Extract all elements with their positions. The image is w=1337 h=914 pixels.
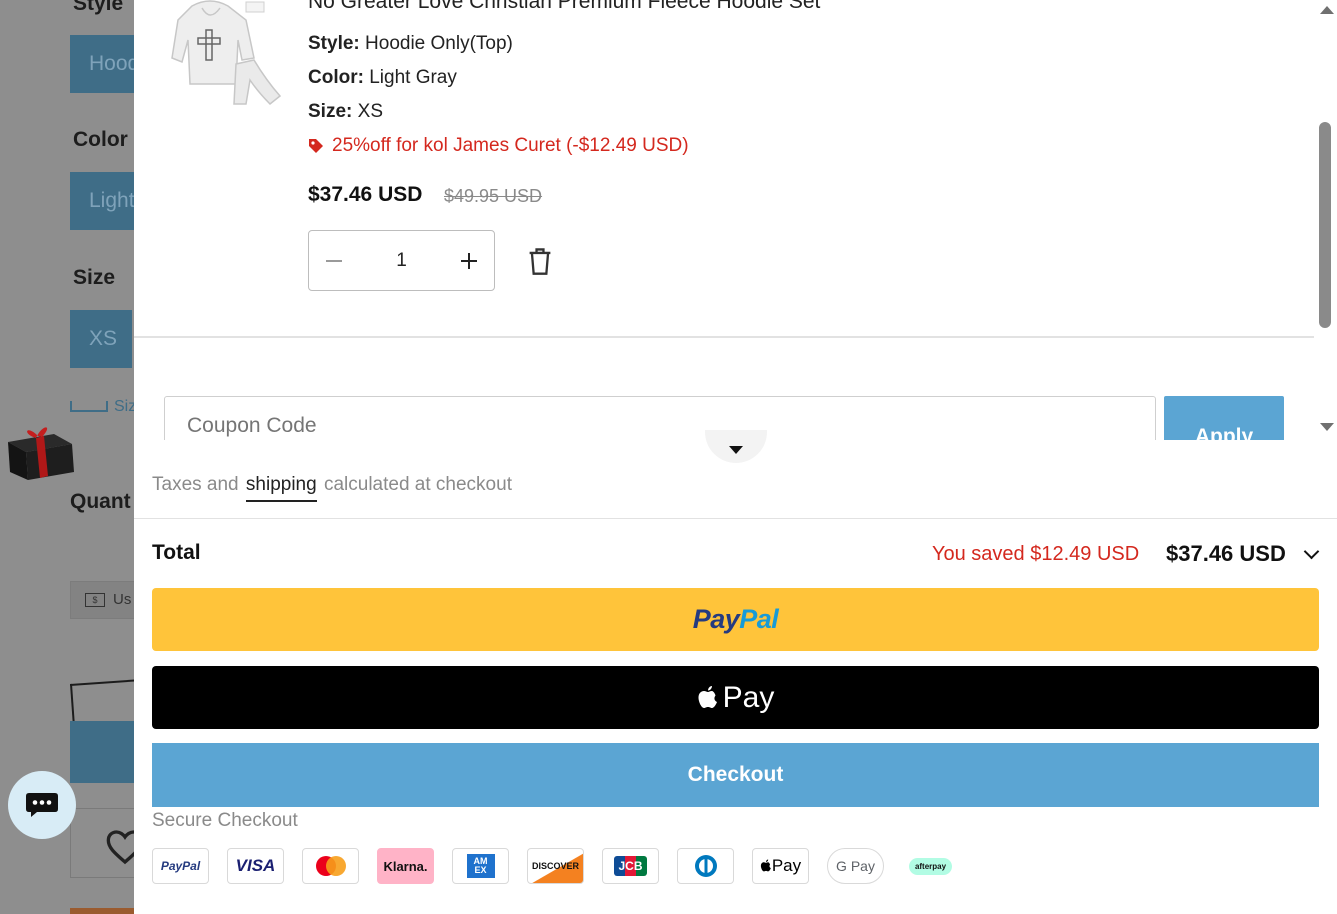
coupon-code-input[interactable]: [164, 396, 1156, 440]
variant-style: Style: Hoodie Only(Top): [308, 33, 513, 55]
color-option[interactable]: Light: [70, 172, 140, 230]
ruler-icon: [70, 401, 108, 413]
cart-items-scroll-area[interactable]: No Greater Love Christian Premium Fleece…: [134, 0, 1337, 440]
currency-label: Us: [113, 591, 132, 608]
google-pay-icon-label: G Pay: [836, 858, 875, 874]
money-icon: $: [85, 593, 105, 608]
style-heading: Style: [73, 0, 124, 15]
product-image-edge: [70, 908, 140, 914]
scrollbar-thumb[interactable]: [1319, 122, 1331, 328]
afterpay-icon: afterpay: [902, 848, 959, 884]
scroll-up-arrow-icon[interactable]: [1320, 6, 1334, 14]
style-option[interactable]: Hood: [70, 35, 140, 93]
klarna-icon-label: Klarna.: [383, 858, 428, 874]
cart-drawer: No Greater Love Christian Premium Fleece…: [134, 0, 1337, 914]
tax-note-text-2: calculated at checkout: [323, 474, 512, 495]
quantity-stepper: 1: [308, 230, 495, 291]
size-heading: Size: [73, 266, 116, 289]
google-pay-icon: G Pay: [827, 848, 884, 884]
tax-note-text-1: Taxes and: [152, 474, 239, 495]
chat-bubble-icon: [26, 793, 58, 817]
klarna-icon: Klarna.: [377, 848, 434, 884]
paypal-button[interactable]: PayPal: [152, 588, 1319, 651]
increase-quantity-button[interactable]: [444, 231, 494, 290]
currency-selector[interactable]: $ Us: [70, 581, 140, 619]
size-guide-link[interactable]: Siz: [70, 398, 136, 416]
color-heading: Color: [73, 128, 128, 151]
visa-icon-label: VISA: [235, 856, 276, 875]
variant-style-value: Hoodie Only(Top): [365, 33, 513, 54]
secure-checkout-label: Secure Checkout: [152, 810, 298, 831]
payment-icons-row: PayPal VISA Klarna. AM EX DISCOVER JCB P…: [152, 848, 977, 884]
plus-icon: [460, 252, 477, 269]
apple-pay-icon: Pay: [752, 848, 809, 884]
size-option[interactable]: XS: [70, 310, 132, 368]
variant-color-value: Light Gray: [369, 67, 457, 88]
decrease-quantity-button[interactable]: [309, 231, 359, 290]
mastercard-circles: [315, 856, 346, 876]
size-guide-label: Siz: [114, 398, 137, 415]
trash-icon[interactable]: [526, 246, 554, 276]
quantity-heading: Quant: [70, 490, 131, 513]
visa-icon: VISA: [227, 848, 284, 884]
chevron-down-icon[interactable]: [1303, 543, 1320, 560]
add-to-cart-button-bg[interactable]: [70, 721, 140, 783]
amex-icon: AM EX: [452, 848, 509, 884]
variant-size: Size: XS: [308, 101, 383, 123]
afterpay-icon-label: afterpay: [908, 857, 953, 875]
wishlist-button[interactable]: [70, 808, 144, 878]
mastercard-icon: [302, 848, 359, 884]
item-price: $37.46 USD: [308, 183, 423, 206]
variant-color-label: Color:: [308, 67, 364, 88]
variant-style-label: Style:: [308, 33, 360, 54]
apple-icon: [698, 685, 717, 708]
paypal-icon-label: PayPal: [160, 859, 201, 873]
paypal-logo-part2: Pal: [739, 604, 779, 634]
apple-pay-label: Pay: [722, 680, 775, 714]
shipping-link[interactable]: shipping: [245, 474, 317, 502]
apple-pay-icon-apple: [760, 859, 771, 872]
variant-size-value: XS: [357, 101, 383, 122]
jcb-icon-label: JCB: [614, 856, 647, 876]
checkout-button[interactable]: Checkout: [152, 743, 1319, 807]
gift-icon[interactable]: [2, 420, 74, 482]
variant-color: Color: Light Gray: [308, 67, 457, 89]
item-divider: [134, 336, 1314, 338]
apple-pay-icon-label: Pay: [771, 856, 802, 875]
discover-icon: DISCOVER: [527, 848, 584, 884]
caret-down-icon: [729, 445, 743, 454]
apply-coupon-button[interactable]: Apply: [1164, 396, 1284, 440]
product-thumbnail[interactable]: [162, 0, 286, 112]
total-amount: $37.46 USD: [1166, 541, 1286, 566]
item-compare-price: $49.95 USD: [444, 186, 543, 206]
jcb-icon: JCB: [602, 848, 659, 884]
diners-circles: [694, 855, 717, 877]
chat-button[interactable]: [8, 771, 76, 839]
total-label: Total: [152, 541, 201, 564]
tax-note: Taxes and shipping calculated at checkou…: [152, 474, 512, 502]
diners-club-icon: [677, 848, 734, 884]
savings-text: You saved $12.49 USD: [932, 543, 1140, 565]
apple-pay-button[interactable]: Pay: [152, 666, 1319, 729]
paypal-logo: PayPal: [693, 604, 779, 635]
quantity-value[interactable]: 1: [396, 250, 407, 272]
discount-line: 25%off for kol James Curet (-$12.49 USD): [308, 135, 689, 157]
paypal-icon: PayPal: [152, 848, 209, 884]
summary-divider: [134, 518, 1337, 519]
collapse-toggle-button[interactable]: [705, 430, 767, 463]
variant-size-label: Size:: [308, 101, 353, 122]
discover-icon-label: DISCOVER: [531, 861, 579, 871]
scrollbar[interactable]: [1316, 0, 1337, 440]
minus-icon: [326, 259, 342, 262]
product-title[interactable]: No Greater Love Christian Premium Fleece…: [308, 0, 820, 14]
paypal-logo-part1: Pay: [692, 604, 740, 634]
tag-icon: [309, 139, 323, 153]
discount-text: 25%off for kol James Curet (-$12.49 USD): [332, 135, 689, 156]
scroll-down-arrow-icon[interactable]: [1320, 423, 1334, 431]
amex-icon-label: AM EX: [466, 854, 495, 878]
